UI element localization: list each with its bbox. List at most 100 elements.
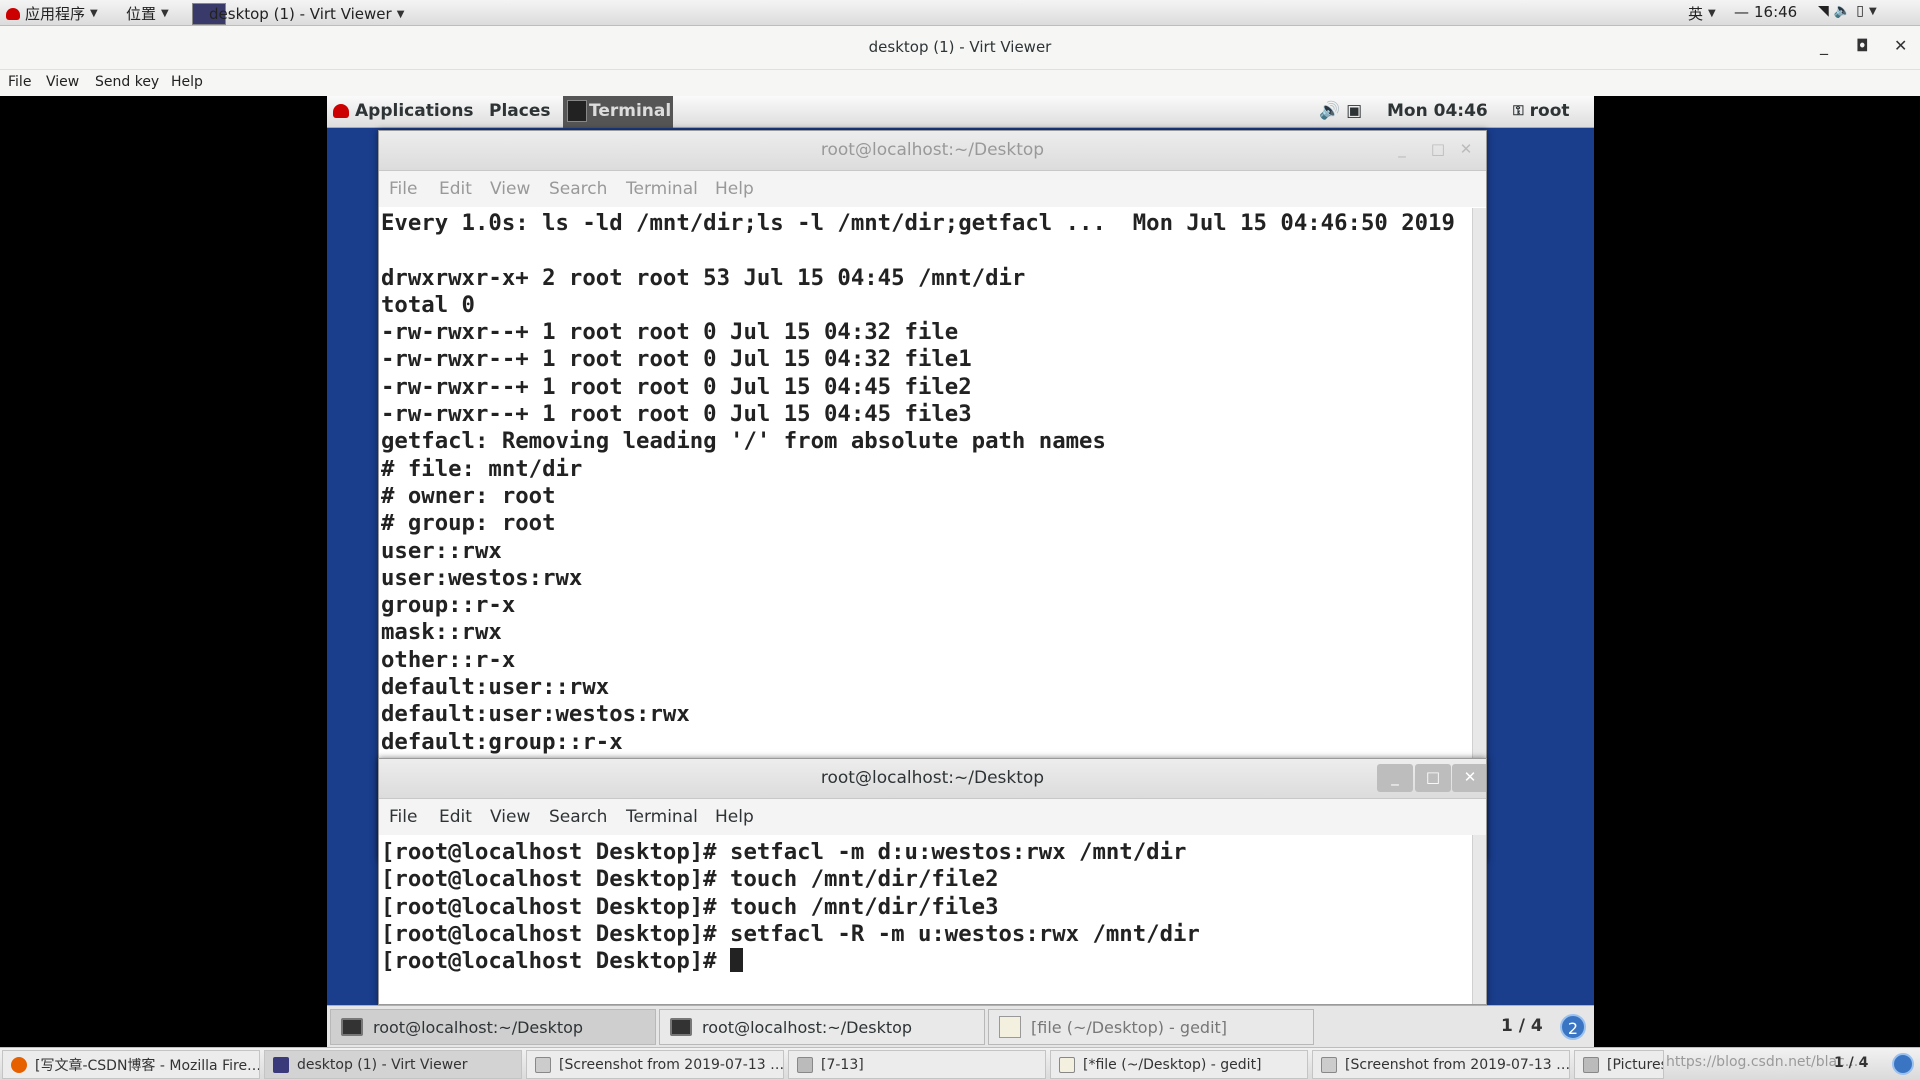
task-label: [Screenshot from 2019-07-13 … — [1345, 1056, 1570, 1073]
term-menu-file[interactable]: File — [389, 807, 417, 827]
minimize-icon[interactable]: _ — [1384, 136, 1420, 164]
guest-clock[interactable]: Mon 04:46 — [1387, 101, 1488, 121]
term-menu-edit[interactable]: Edit — [439, 179, 472, 199]
guest-places-menu[interactable]: Places — [489, 101, 550, 121]
guest-applications-menu[interactable]: Applications — [333, 101, 474, 121]
terminal-line: default:user:westos:rwx — [381, 701, 690, 728]
terminal-line: [root@localhost Desktop]# setfacl -m d:u… — [381, 839, 1187, 865]
host-task-virt-viewer[interactable]: desktop (1) - Virt Viewer — [264, 1050, 522, 1079]
guest-taskbar: root@localhost:~/Desktop root@localhost:… — [327, 1005, 1594, 1047]
redhat-logo-icon — [6, 7, 20, 20]
terminal-output[interactable]: [root@localhost Desktop]# setfacl -m d:u… — [379, 839, 1472, 1004]
terminal-icon — [567, 100, 587, 122]
virt-viewer-title: desktop (1) - Virt Viewer — [868, 38, 1052, 56]
menu-send-key[interactable]: Send key — [95, 74, 159, 90]
terminal-line: -rw-rwxr--+ 1 root root 0 Jul 15 04:45 f… — [381, 401, 972, 428]
task-label: desktop (1) - Virt Viewer — [297, 1056, 468, 1073]
wifi-icon: ◥ — [1818, 3, 1829, 19]
terminal-line: default:user::rwx — [381, 674, 610, 701]
terminal-line: Every 1.0s: ls -ld /mnt/dir;ls -l /mnt/d… — [381, 210, 1455, 236]
dropdown-arrow-icon: ▼ — [161, 8, 169, 19]
host-task-folder-7-13[interactable]: [7-13] — [788, 1050, 1046, 1079]
maximize-icon[interactable]: ◘ — [1856, 36, 1869, 55]
task-label: [7-13] — [821, 1056, 864, 1073]
menu-view[interactable]: View — [46, 74, 79, 90]
terminal-scrollbar[interactable] — [1472, 835, 1486, 1004]
shell-prompt: [root@localhost Desktop]# — [381, 948, 731, 975]
dropdown-arrow-icon: ▼ — [396, 8, 405, 20]
notification-badge[interactable]: 2 — [1560, 1014, 1586, 1040]
terminal-prompt-line[interactable]: [root@localhost Desktop]# — [381, 948, 1472, 975]
terminal-line: mask::rwx — [381, 619, 502, 646]
host-task-screenshot-1[interactable]: [Screenshot from 2019-07-13 … — [526, 1050, 784, 1079]
minimize-icon[interactable]: _ — [1377, 764, 1413, 792]
guest-task-terminal-2[interactable]: root@localhost:~/Desktop — [659, 1009, 985, 1045]
task-label: [Pictures] — [1607, 1056, 1663, 1073]
host-taskbar: [写文章-CSDN博客 - Mozilla Fire… desktop (1) … — [0, 1047, 1920, 1080]
host-workspace-pager[interactable]: 1 / 4 — [1834, 1055, 1868, 1071]
guest-places-label: Places — [489, 101, 551, 121]
terminal-line: [root@localhost Desktop]# touch /mnt/dir… — [381, 866, 999, 893]
term-menu-file[interactable]: File — [389, 179, 417, 199]
task-label: root@localhost:~/Desktop — [702, 1017, 913, 1037]
term-menu-terminal[interactable]: Terminal — [626, 807, 698, 827]
minimize-icon[interactable]: _ — [1820, 36, 1828, 55]
terminal-line: default:group::r-x — [381, 728, 623, 755]
guest-task-gedit[interactable]: [file (~/Desktop) - gedit] — [988, 1009, 1314, 1045]
terminal-window-shell[interactable]: root@localhost:~/Desktop _ □ ✕ File Edit… — [378, 758, 1487, 1005]
terminal-titlebar[interactable]: root@localhost:~/Desktop _ □ ✕ — [379, 759, 1486, 799]
terminal-menubar: File Edit View Search Terminal Help — [379, 799, 1486, 835]
term-menu-help[interactable]: Help — [715, 179, 754, 199]
task-label: [file (~/Desktop) - gedit] — [1031, 1017, 1228, 1037]
virt-viewer-menubar: File View Send key Help — [0, 70, 1920, 96]
host-active-app-menu[interactable]: desktop (1) - Virt Viewer ▼ — [192, 3, 404, 25]
notification-icon[interactable] — [1892, 1053, 1914, 1075]
terminal-window-watch[interactable]: root@localhost:~/Desktop _ □ ✕ File Edit… — [378, 130, 1487, 861]
guest-terminal-app-tab[interactable]: Terminal — [563, 96, 673, 128]
term-menu-search[interactable]: Search — [549, 807, 607, 827]
term-menu-edit[interactable]: Edit — [439, 807, 472, 827]
close-icon[interactable]: ✕ — [1448, 136, 1484, 164]
guest-task-terminal-1[interactable]: root@localhost:~/Desktop — [330, 1009, 656, 1045]
term-menu-view[interactable]: View — [490, 179, 530, 199]
terminal-line: [root@localhost Desktop]# setfacl -R -m … — [381, 920, 1200, 947]
terminal-line: drwxrwxr-x+ 2 root root 53 Jul 15 04:45 … — [381, 264, 1026, 291]
workspace-pager[interactable]: 1 / 4 — [1501, 1016, 1543, 1036]
terminal-line: # file: mnt/dir — [381, 455, 583, 482]
network-icon: ▣ — [1346, 101, 1363, 121]
host-applications-label: 应用程序 — [25, 5, 86, 23]
user-icon: ⚿ — [1513, 103, 1524, 119]
host-places-menu[interactable]: 位置 ▼ — [126, 3, 169, 24]
host-applications-menu[interactable]: 应用程序 ▼ — [6, 3, 98, 24]
menu-file[interactable]: File — [8, 74, 31, 90]
task-label: [Screenshot from 2019-07-13 … — [559, 1056, 784, 1073]
dropdown-arrow-icon: ▼ — [90, 8, 98, 19]
term-menu-view[interactable]: View — [490, 807, 530, 827]
task-label: [*file (~/Desktop) - gedit] — [1083, 1056, 1262, 1073]
close-icon[interactable]: ✕ — [1452, 764, 1486, 792]
close-icon[interactable]: ✕ — [1894, 36, 1907, 55]
guest-status-icons[interactable]: 🔊 ▣ — [1319, 101, 1362, 121]
input-method-indicator[interactable]: 英 ▼ — [1688, 3, 1716, 24]
term-menu-terminal[interactable]: Terminal — [626, 179, 698, 199]
host-status-area[interactable]: ◥ 🔈 ▯ ▼ — [1818, 3, 1877, 19]
host-task-firefox[interactable]: [写文章-CSDN博客 - Mozilla Fire… — [2, 1050, 260, 1079]
terminal-line: -rw-rwxr--+ 1 root root 0 Jul 15 04:32 f… — [381, 346, 972, 373]
text-editor-icon — [1059, 1056, 1075, 1073]
menu-help[interactable]: Help — [171, 74, 203, 90]
task-label: root@localhost:~/Desktop — [373, 1017, 584, 1037]
volume-icon: 🔈 — [1833, 3, 1852, 19]
maximize-icon[interactable]: □ — [1415, 764, 1451, 792]
host-task-gedit[interactable]: [*file (~/Desktop) - gedit] — [1050, 1050, 1308, 1079]
host-task-screenshot-2[interactable]: [Screenshot from 2019-07-13 … — [1312, 1050, 1570, 1079]
virt-viewer-titlebar: desktop (1) - Virt Viewer _ ◘ ✕ — [0, 26, 1920, 70]
guest-user-menu[interactable]: ⚿ root — [1513, 101, 1570, 121]
guest-screen[interactable]: Applications Places Terminal 🔊 ▣ Mon 04:… — [327, 96, 1594, 1047]
host-clock[interactable]: — 16:46 — [1734, 3, 1797, 21]
term-menu-help[interactable]: Help — [715, 807, 754, 827]
terminal-titlebar[interactable]: root@localhost:~/Desktop _ □ ✕ — [379, 131, 1486, 171]
host-task-pictures[interactable]: [Pictures] — [1574, 1050, 1664, 1079]
terminal-title: root@localhost:~/Desktop — [820, 140, 1045, 160]
folder-icon — [797, 1056, 813, 1073]
term-menu-search[interactable]: Search — [549, 179, 607, 199]
